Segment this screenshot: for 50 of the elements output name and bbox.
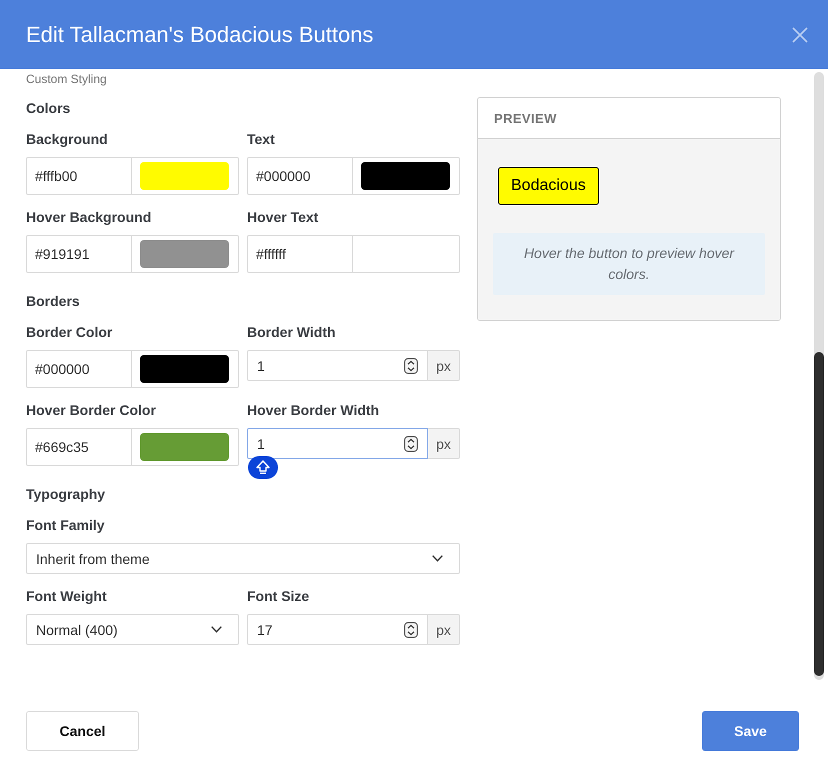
unit-label: px	[428, 614, 460, 645]
caps-lock-icon	[248, 456, 278, 479]
chevron-down-icon	[211, 626, 222, 633]
hint-text: Hover the button to preview hover colors.	[522, 244, 736, 284]
field-label: Hover Border Width	[247, 401, 380, 419]
color-picker-button[interactable]	[132, 157, 239, 195]
hex-input-field[interactable]: #000000	[247, 157, 353, 195]
field-label: Border Color	[26, 323, 112, 341]
color-picker-button[interactable]	[353, 157, 460, 195]
field-label: Hover Border Color	[26, 401, 156, 419]
chevron-down-icon	[432, 555, 443, 562]
field-label: Font Size	[247, 587, 310, 605]
number-input-field[interactable]: 1	[247, 428, 428, 459]
save-button[interactable]: Save	[702, 711, 799, 751]
spinner-icon[interactable]	[404, 358, 418, 374]
color-picker-button[interactable]	[132, 428, 239, 466]
preview-button[interactable]: Bodacious	[498, 167, 599, 205]
field-label: Text	[247, 130, 275, 148]
hex-input-field[interactable]: #fffb00	[26, 157, 132, 195]
unit-label: px	[428, 350, 460, 381]
hex-input-field[interactable]: #000000	[26, 350, 132, 388]
number-input-field[interactable]: 1	[247, 350, 428, 381]
section-heading: Colors	[26, 99, 70, 118]
number-input-field[interactable]: 17	[247, 614, 428, 645]
hex-input-field[interactable]: #919191	[26, 235, 132, 273]
close-icon	[792, 26, 808, 42]
field-label: Hover Text	[247, 208, 318, 226]
unit-label: px	[428, 428, 460, 459]
field-label: Font Family	[26, 516, 105, 534]
field-label: Background	[26, 130, 108, 148]
hex-input-field[interactable]: #669c35	[26, 428, 132, 466]
dropdown-select[interactable]: Inherit from theme	[26, 543, 460, 574]
dialog-title: Edit Tallacman's Bodacious Buttons	[26, 20, 374, 48]
section-heading: Borders	[26, 292, 80, 311]
field-label: Hover Background	[26, 208, 152, 226]
field-label: Border Width	[247, 323, 336, 341]
section-heading: Typography	[26, 485, 106, 504]
color-picker-button[interactable]	[132, 235, 239, 273]
color-picker-button[interactable]	[353, 235, 460, 273]
section-caption: Custom Styling	[26, 72, 107, 86]
hex-input-field[interactable]: #ffffff	[247, 235, 353, 273]
scrollbar-thumb[interactable]	[814, 352, 824, 676]
preview-heading: PREVIEW	[494, 110, 557, 126]
spinner-icon[interactable]	[404, 622, 418, 638]
spinner-icon[interactable]	[404, 436, 418, 452]
dropdown-select[interactable]: Normal (400)	[26, 614, 239, 645]
cancel-button[interactable]: Cancel	[26, 711, 139, 751]
color-picker-button[interactable]	[132, 350, 239, 388]
close-button[interactable]	[792, 26, 808, 42]
field-label: Font Weight	[26, 587, 107, 605]
